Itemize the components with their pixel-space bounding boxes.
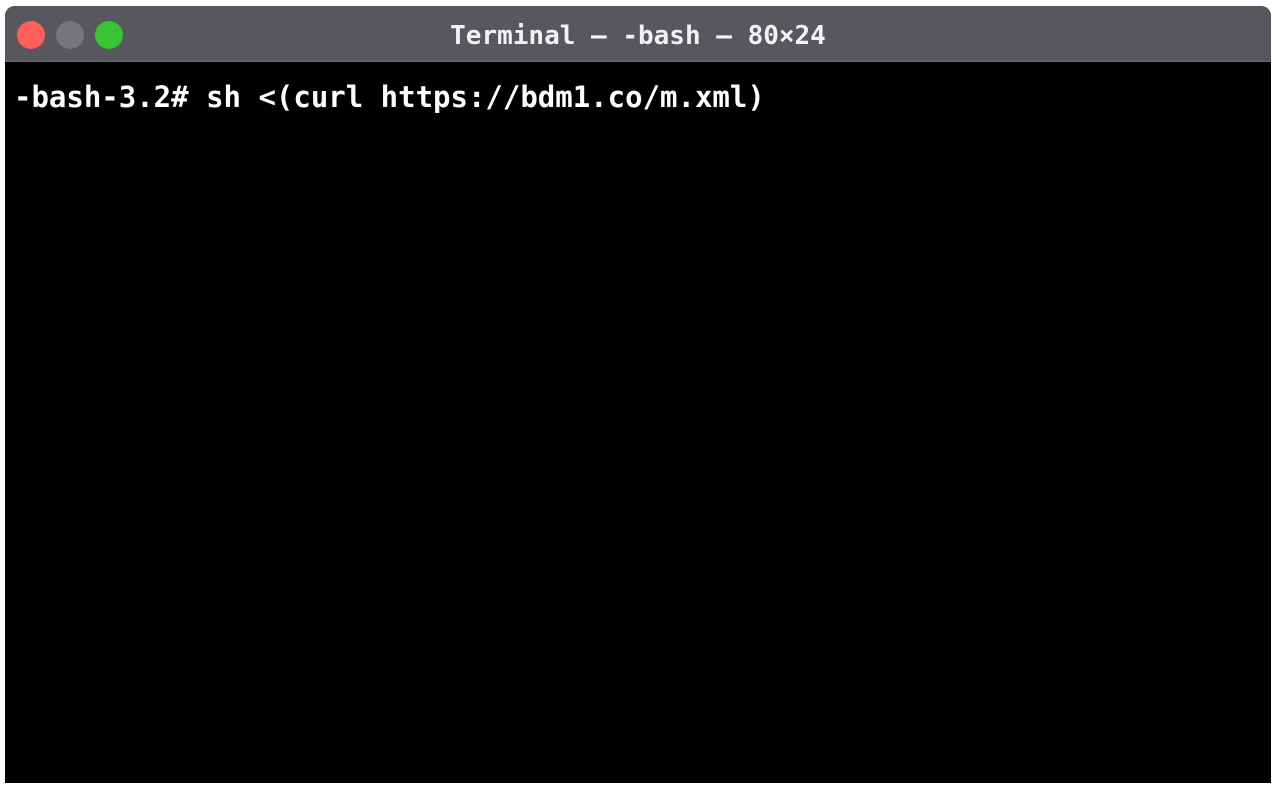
command-line: -bash-3.2# sh <(curl https://bdm1.co/m.x… [14,80,765,114]
terminal-output-area[interactable]: -bash-3.2# sh <(curl https://bdm1.co/m.x… [5,62,1271,783]
terminal-window: Terminal — -bash — 80×24 -bash-3.2# sh <… [5,6,1271,783]
window-title: Terminal — -bash — 80×24 [450,21,826,51]
title-bar[interactable]: Terminal — -bash — 80×24 [5,6,1271,62]
command-text: sh <(curl https://bdm1.co/m.xml) [206,80,765,114]
shell-prompt: -bash-3.2# [14,80,189,114]
